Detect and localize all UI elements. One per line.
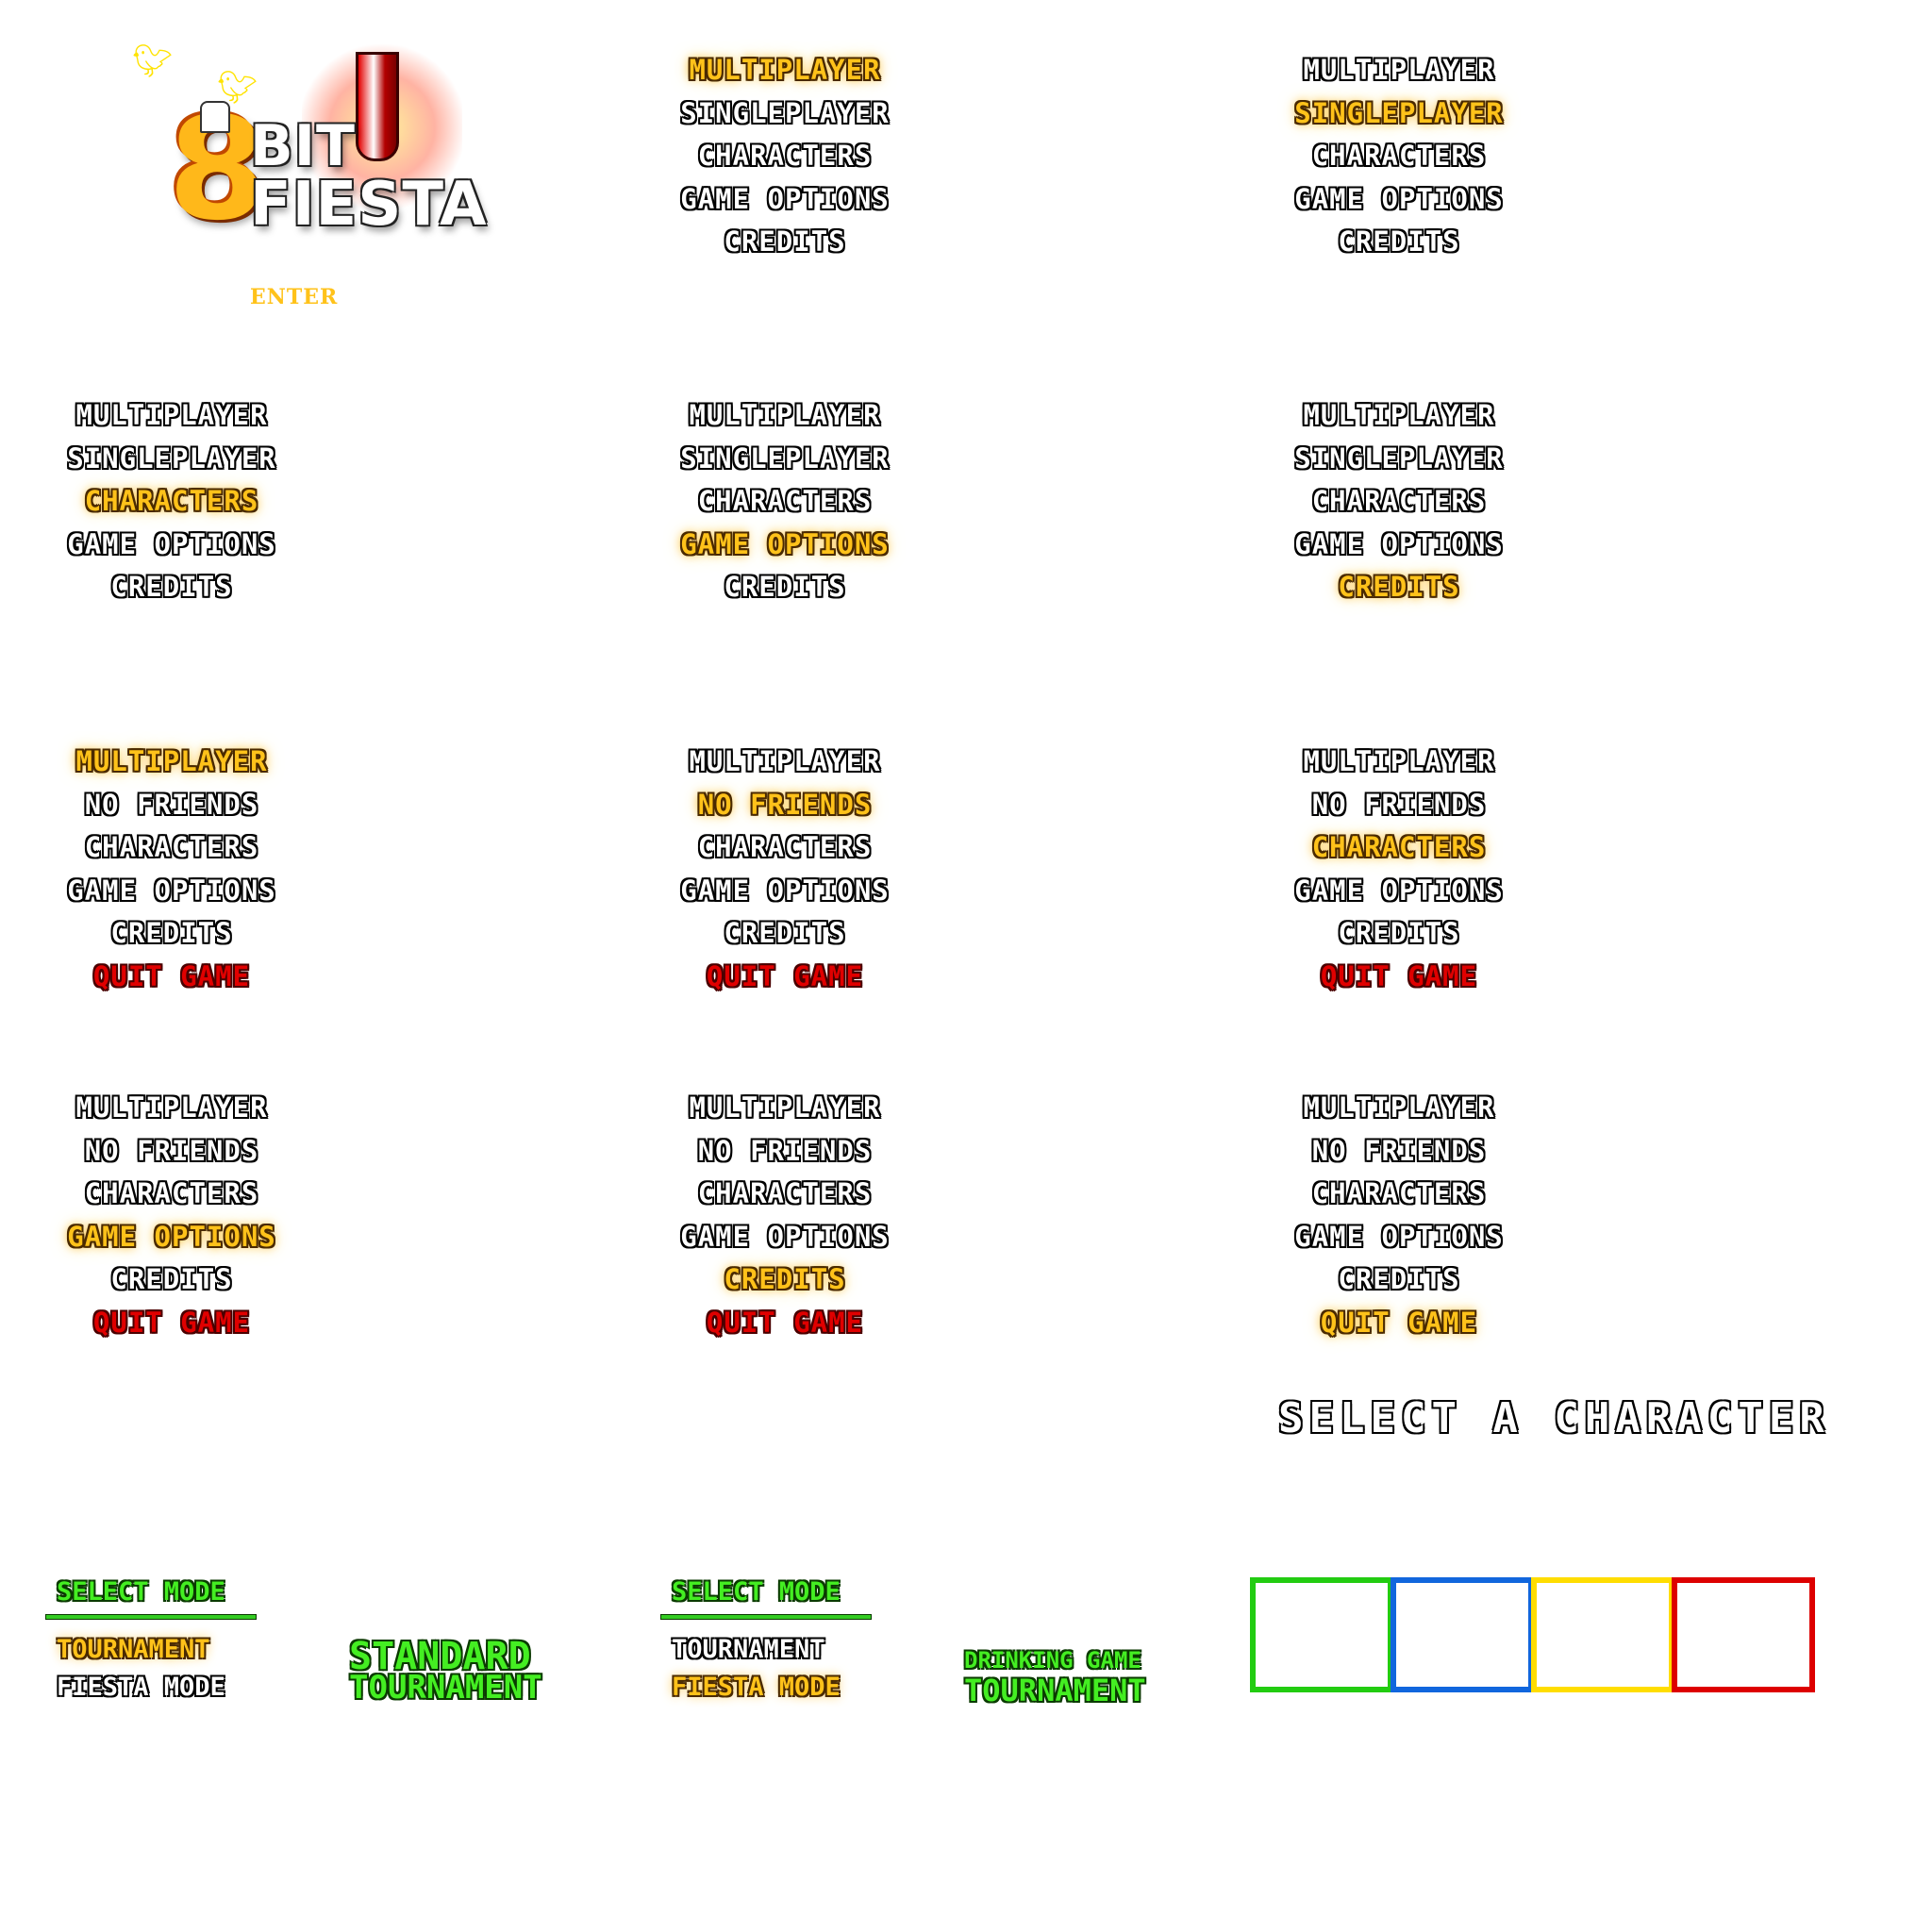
main-menu: MULTIPLAYER NO FRIENDS CHARACTERS GAME OPTI…	[629, 741, 941, 998]
menu-item-multiplayer[interactable]: MULTIPLAYER	[16, 394, 327, 438]
logo-word-fiesta: FIESTA	[250, 170, 488, 240]
mode-option-fiesta[interactable]: FIESTA MODE	[660, 1669, 887, 1707]
menu-item-no-friends[interactable]: NO FRIENDS	[629, 784, 941, 827]
menu-item-multiplayer[interactable]: MULTIPLAYER	[16, 1087, 327, 1130]
menu-item-characters[interactable]: CHARACTERS	[1243, 1173, 1555, 1216]
menu-item-quit-game[interactable]: QUIT GAME	[629, 956, 941, 999]
menu-item-characters[interactable]: CHARACTERS	[1243, 480, 1555, 524]
main-menu: MULTIPLAYER NO FRIENDS CHARACTERS GAME OPTI…	[629, 1087, 941, 1344]
menu-item-credits[interactable]: CREDITS	[16, 1258, 327, 1302]
menu-item-multiplayer[interactable]: MULTIPLAYER	[629, 394, 941, 438]
menu-item-credits[interactable]: CREDITS	[629, 566, 941, 609]
menu-item-credits[interactable]: CREDITS	[1243, 221, 1555, 264]
menu-item-no-friends[interactable]: NO FRIENDS	[16, 784, 327, 827]
mode-option-tournament[interactable]: TOURNAMENT	[45, 1631, 272, 1669]
menu-item-credits[interactable]: CREDITS	[16, 912, 327, 956]
menu-item-credits[interactable]: CREDITS	[629, 1258, 941, 1302]
menu-item-no-friends[interactable]: NO FRIENDS	[16, 1130, 327, 1174]
menu-item-multiplayer[interactable]: MULTIPLAYER	[629, 1087, 941, 1130]
menu-item-multiplayer[interactable]: MULTIPLAYER	[1243, 1087, 1555, 1130]
menu-item-game-options[interactable]: GAME OPTIONS	[1243, 178, 1555, 222]
menu-item-game-options[interactable]: GAME OPTIONS	[1243, 524, 1555, 567]
player-slot-2[interactable]	[1391, 1577, 1534, 1692]
mode-panel: SELECT MODE TOURNAMENT FIESTA MODE	[45, 1577, 272, 1707]
mode-panel: SELECT MODE TOURNAMENT FIESTA MODE	[660, 1577, 887, 1707]
drinking-title-line2: TOURNAMENT	[964, 1673, 1146, 1708]
menu-item-characters[interactable]: CHARACTERS	[629, 826, 941, 870]
player-slot-1[interactable]	[1250, 1577, 1393, 1692]
menu-item-game-options[interactable]: GAME OPTIONS	[16, 870, 327, 913]
menu-item-quit-game[interactable]: QUIT GAME	[1243, 1302, 1555, 1345]
main-menu: MULTIPLAYER SINGLEPLAYER CHARACTERS GAME OP…	[629, 49, 941, 264]
main-menu: MULTIPLAYER SINGLEPLAYER CHARACTERS GAME OP…	[1243, 49, 1555, 264]
game-logo: 🐦︎ 🐦︎ 8 BIT FIESTA	[132, 42, 487, 269]
main-menu: MULTIPLAYER SINGLEPLAYER CHARACTERS GAME OP…	[629, 394, 941, 609]
menu-item-quit-game[interactable]: QUIT GAME	[1243, 956, 1555, 999]
menu-item-characters[interactable]: CHARACTERS	[629, 135, 941, 178]
menu-item-characters[interactable]: CHARACTERS	[1243, 135, 1555, 178]
select-character-heading: SELECT A CHARACTER	[1278, 1394, 1830, 1442]
player-slot-4[interactable]	[1672, 1577, 1815, 1692]
hat-icon	[200, 101, 230, 133]
menu-item-multiplayer[interactable]: MULTIPLAYER	[629, 49, 941, 92]
sword-icon	[356, 52, 399, 161]
main-menu: MULTIPLAYER NO FRIENDS CHARACTERS GAME OPTI…	[16, 741, 327, 998]
menu-item-multiplayer[interactable]: MULTIPLAYER	[629, 741, 941, 784]
menu-item-game-options[interactable]: GAME OPTIONS	[16, 1216, 327, 1259]
menu-item-singleplayer[interactable]: SINGLEPLAYER	[1243, 92, 1555, 136]
main-menu: MULTIPLAYER SINGLEPLAYER CHARACTERS GAME OP…	[1243, 394, 1555, 609]
menu-item-multiplayer[interactable]: MULTIPLAYER	[1243, 394, 1555, 438]
title-divider	[45, 1614, 257, 1620]
menu-item-no-friends[interactable]: NO FRIENDS	[629, 1130, 941, 1174]
menu-item-singleplayer[interactable]: SINGLEPLAYER	[16, 438, 327, 481]
menu-item-quit-game[interactable]: QUIT GAME	[629, 1302, 941, 1345]
menu-item-game-options[interactable]: GAME OPTIONS	[16, 524, 327, 567]
menu-item-credits[interactable]: CREDITS	[16, 566, 327, 609]
bird-icon: 🐦︎	[132, 42, 174, 80]
player-slot-3[interactable]	[1531, 1577, 1674, 1692]
menu-item-quit-game[interactable]: QUIT GAME	[16, 956, 327, 999]
drinking-title-line1: DRINKING GAME	[964, 1647, 1141, 1674]
menu-item-credits[interactable]: CREDITS	[629, 912, 941, 956]
standard-title-line2: TOURNAMENT	[349, 1669, 542, 1707]
menu-item-credits[interactable]: CREDITS	[1243, 566, 1555, 609]
menu-item-game-options[interactable]: GAME OPTIONS	[629, 178, 941, 222]
menu-item-no-friends[interactable]: NO FRIENDS	[1243, 1130, 1555, 1174]
menu-item-singleplayer[interactable]: SINGLEPLAYER	[1243, 438, 1555, 481]
menu-item-multiplayer[interactable]: MULTIPLAYER	[1243, 741, 1555, 784]
main-menu: MULTIPLAYER NO FRIENDS CHARACTERS GAME OPTI…	[16, 1087, 327, 1344]
menu-item-no-friends[interactable]: NO FRIENDS	[1243, 784, 1555, 827]
menu-item-credits[interactable]: CREDITS	[629, 221, 941, 264]
title-divider	[660, 1614, 872, 1620]
mode-option-tournament[interactable]: TOURNAMENT	[660, 1631, 887, 1669]
mode-option-fiesta[interactable]: FIESTA MODE	[45, 1669, 272, 1707]
enter-prompt[interactable]: ENTER	[250, 285, 338, 309]
menu-item-characters[interactable]: CHARACTERS	[629, 480, 941, 524]
menu-item-characters[interactable]: CHARACTERS	[16, 826, 327, 870]
main-menu: MULTIPLAYER SINGLEPLAYER CHARACTERS GAME OP…	[16, 394, 327, 609]
menu-item-characters[interactable]: CHARACTERS	[629, 1173, 941, 1216]
player-slots	[1250, 1577, 1815, 1692]
main-menu: MULTIPLAYER NO FRIENDS CHARACTERS GAME OPTI…	[1243, 1087, 1555, 1344]
menu-item-game-options[interactable]: GAME OPTIONS	[629, 1216, 941, 1259]
menu-item-characters[interactable]: CHARACTERS	[16, 1173, 327, 1216]
menu-item-game-options[interactable]: GAME OPTIONS	[1243, 1216, 1555, 1259]
menu-item-characters[interactable]: CHARACTERS	[1243, 826, 1555, 870]
menu-item-characters[interactable]: CHARACTERS	[16, 480, 327, 524]
menu-item-multiplayer[interactable]: MULTIPLAYER	[16, 741, 327, 784]
menu-item-credits[interactable]: CREDITS	[1243, 1258, 1555, 1302]
logo-word-bit: BIT	[250, 113, 356, 179]
menu-item-credits[interactable]: CREDITS	[1243, 912, 1555, 956]
main-menu: MULTIPLAYER NO FRIENDS CHARACTERS GAME OPTI…	[1243, 741, 1555, 998]
menu-item-singleplayer[interactable]: SINGLEPLAYER	[629, 438, 941, 481]
menu-item-quit-game[interactable]: QUIT GAME	[16, 1302, 327, 1345]
mode-panel-title: SELECT MODE	[57, 1577, 225, 1607]
menu-item-multiplayer[interactable]: MULTIPLAYER	[1243, 49, 1555, 92]
mode-panel-title: SELECT MODE	[672, 1577, 841, 1607]
menu-item-game-options[interactable]: GAME OPTIONS	[629, 524, 941, 567]
menu-item-singleplayer[interactable]: SINGLEPLAYER	[629, 92, 941, 136]
menu-item-game-options[interactable]: GAME OPTIONS	[1243, 870, 1555, 913]
menu-item-game-options[interactable]: GAME OPTIONS	[629, 870, 941, 913]
